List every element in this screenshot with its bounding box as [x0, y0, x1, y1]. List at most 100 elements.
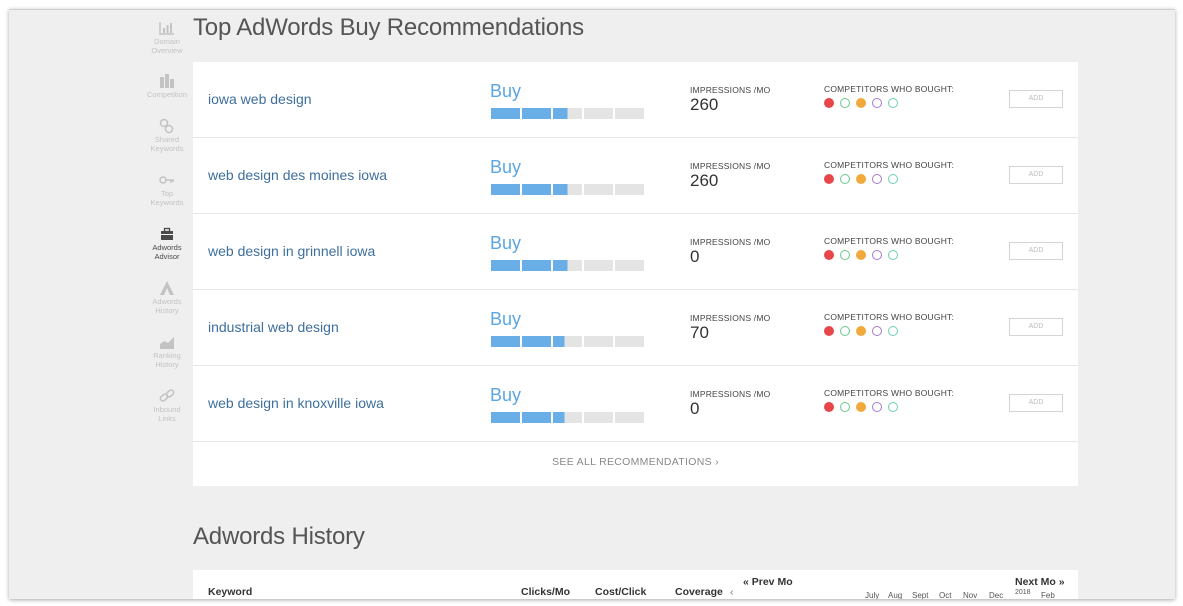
sidebar-item-label: Adwords [152, 243, 182, 252]
competitors-label: COMPETITORS WHO BOUGHT: [824, 160, 955, 170]
strength-bar [491, 412, 644, 423]
add-button[interactable]: ADD [1009, 318, 1063, 336]
sidebar-item-label: Overview [151, 46, 183, 55]
recommendation-action: Buy [490, 157, 522, 177]
sidebar-item-adwords-advisor[interactable]: Adwords Advisor [133, 226, 201, 261]
sidebar-item-ranking-history[interactable]: Ranking History [133, 334, 201, 369]
strength-segment [615, 412, 644, 423]
strength-bar [491, 336, 644, 347]
competitor-dot [888, 250, 898, 260]
bar-chart-icon [159, 22, 174, 35]
prev-month-button[interactable]: « Prev Mo [743, 576, 793, 588]
sidebar-item-label: Keywords [150, 144, 184, 153]
strength-segment [491, 260, 520, 271]
sidebar-item-label: Top [160, 189, 174, 198]
keyword-link[interactable]: iowa web design [208, 91, 312, 107]
strength-segment [522, 336, 551, 347]
recommendations-card: iowa web design Buy IMPRESSIONS /MO 260 COMP… [193, 62, 1078, 486]
area-chart-icon [160, 337, 174, 349]
recommendation-row: web design des moines iowa Buy IMPRESSIONS… [193, 138, 1078, 214]
competitor-dot [824, 174, 834, 184]
strength-segment [491, 108, 520, 119]
next-month-button[interactable]: Next Mo » [1015, 576, 1065, 588]
strength-segment [491, 336, 520, 347]
keyword-link[interactable]: web design in grinnell iowa [208, 243, 375, 259]
competitor-dot [840, 98, 850, 108]
keyword-link[interactable]: industrial web design [208, 319, 339, 335]
sidebar-item-label: History [155, 360, 179, 369]
sidebar-item-label: Advisor [154, 252, 180, 261]
add-button[interactable]: ADD [1009, 394, 1063, 412]
month-label: Dec [989, 591, 1004, 599]
impressions-label: IMPRESSIONS /MO [690, 161, 771, 171]
sidebar-item-adwords-history[interactable]: Adwords History [133, 280, 201, 315]
sidebar-item-competition[interactable]: Competition [133, 73, 201, 99]
competition-icon [160, 74, 174, 88]
sidebar-item-shared-keywords[interactable]: Shared Keywords [133, 118, 201, 153]
competitor-dot [872, 402, 882, 412]
strength-segment [491, 412, 520, 423]
chain-icon [159, 389, 175, 402]
competitor-dot [888, 98, 898, 108]
column-header-clicks[interactable]: Clicks/Mo [521, 586, 570, 598]
impressions-value: 0 [690, 399, 700, 418]
keyword-link[interactable]: web design des moines iowa [208, 167, 387, 183]
competitor-dot [824, 326, 834, 336]
competitor-dot [840, 174, 850, 184]
recommendation-action: Buy [490, 309, 522, 329]
strength-segment [522, 108, 551, 119]
strength-segment [615, 184, 644, 195]
competitor-dots [824, 326, 898, 336]
prev-arrow-icon[interactable]: ‹ [730, 586, 734, 598]
sidebar-item-inbound-links[interactable]: Inbound Links [133, 388, 201, 423]
year-label: 2018 [1015, 589, 1031, 596]
add-button[interactable]: ADD [1009, 166, 1063, 184]
competitor-dot [856, 326, 866, 336]
impressions-label: IMPRESSIONS /MO [690, 313, 771, 323]
history-title: Adwords History [193, 523, 365, 550]
impressions-value: 260 [690, 171, 719, 190]
impressions-value: 70 [690, 323, 709, 342]
add-button[interactable]: ADD [1009, 90, 1063, 108]
see-all-recommendations-link[interactable]: SEE ALL RECOMMENDATIONS › [193, 456, 1078, 468]
month-label: Nov [963, 591, 978, 599]
strength-segment [522, 260, 551, 271]
strength-segment [553, 336, 582, 347]
impressions-label: IMPRESSIONS /MO [690, 85, 771, 95]
sidebar-item-domain-overview[interactable]: Domain Overview [133, 20, 201, 55]
strength-bar [491, 108, 644, 119]
competitor-dot [856, 174, 866, 184]
sidebar-item-label: Domain [154, 37, 180, 46]
strength-segment [615, 336, 644, 347]
sidebar-item-top-keywords[interactable]: Top Keywords [133, 172, 201, 207]
keyword-link[interactable]: web design in knoxville iowa [208, 395, 384, 411]
strength-segment [553, 108, 582, 119]
recommendation-action: Buy [490, 385, 522, 405]
column-header-cost[interactable]: Cost/Click [595, 586, 646, 598]
sidebar-item-label: Keywords [150, 198, 184, 207]
strength-segment [584, 336, 613, 347]
competitor-dot [840, 326, 850, 336]
app-window: Domain Overview Competition Shared Keywo… [9, 9, 1175, 599]
impressions-value: 260 [690, 95, 719, 114]
month-label: Aug [888, 591, 903, 599]
column-header-keyword: Keyword [208, 586, 253, 598]
competitor-dot [824, 250, 834, 260]
column-header-coverage[interactable]: Coverage [675, 586, 723, 598]
competitors-label: COMPETITORS WHO BOUGHT: [824, 236, 955, 246]
strength-segment [615, 108, 644, 119]
competitor-dot [888, 326, 898, 336]
add-button[interactable]: ADD [1009, 242, 1063, 260]
recommendations-title: Top AdWords Buy Recommendations [193, 14, 584, 41]
strength-segment [553, 184, 582, 195]
competitor-dot [888, 402, 898, 412]
recommendation-row: industrial web design Buy IMPRESSIONS /MO 7… [193, 290, 1078, 366]
strength-segment [553, 412, 582, 423]
competitor-dot [856, 402, 866, 412]
competitor-dot [824, 402, 834, 412]
month-label: Sept [912, 591, 929, 599]
strength-segment [584, 184, 613, 195]
recommendation-row: iowa web design Buy IMPRESSIONS /MO 260 COMP… [193, 62, 1078, 138]
competitor-dot [840, 250, 850, 260]
competitor-dot [872, 174, 882, 184]
